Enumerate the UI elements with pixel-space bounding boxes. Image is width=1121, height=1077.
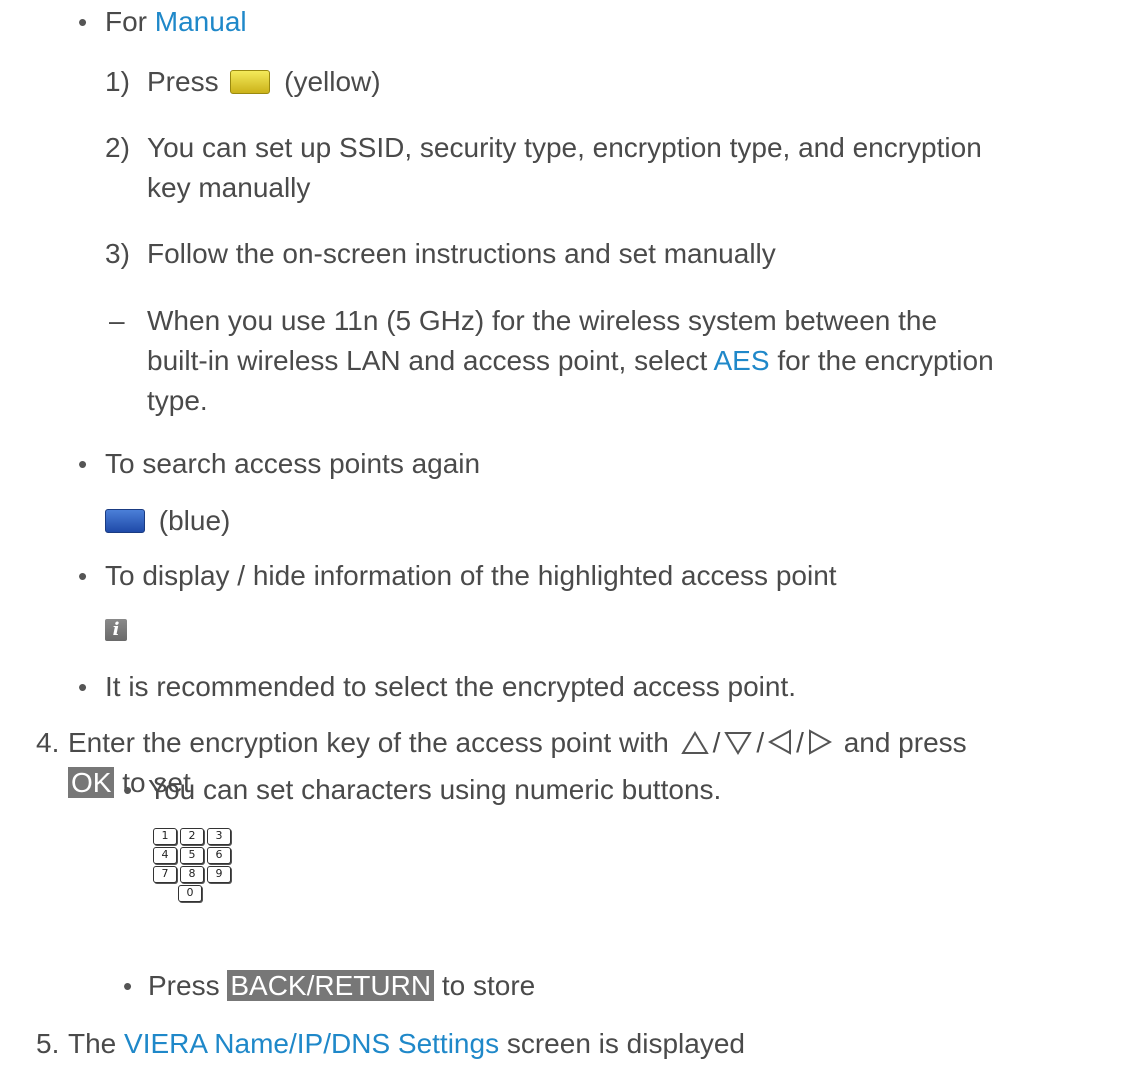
step-5-prefix: The	[68, 1028, 117, 1059]
bullet-dot: •	[78, 7, 88, 37]
numeric-note: You can set characters using numeric but…	[148, 774, 722, 805]
numpad-key: 1	[153, 828, 177, 845]
numpad-row: 7 8 9	[153, 866, 233, 883]
numeric-buttons-icon: 1 2 3 4 5 6 7 8 9 0	[153, 828, 233, 904]
back-prefix: Press	[148, 970, 220, 1001]
viera-settings-link[interactable]: VIERA Name/IP/DNS Settings	[124, 1028, 499, 1059]
left-arrow-icon	[768, 729, 792, 755]
numpad-key: 5	[180, 847, 204, 864]
step-5-line: The VIERA Name/IP/DNS Settings screen is…	[68, 1024, 745, 1064]
numpad-key: 0	[178, 885, 202, 902]
info-icon: i	[105, 619, 127, 641]
ok-key: OK	[68, 767, 115, 798]
step-4-text-b: and press	[843, 727, 967, 758]
for-manual-line: For Manual	[105, 2, 247, 42]
arrow-sep: /	[796, 727, 804, 758]
numpad-row: 4 5 6	[153, 847, 233, 864]
step-4-line-1: Enter the encryption key of the access p…	[68, 723, 967, 763]
display-hide-label: To display / hide information of the hig…	[105, 560, 837, 591]
back-return-line: Press BACK/RETURN to store	[148, 966, 535, 1006]
arrow-sep: /	[756, 727, 765, 758]
note-line-2: built-in wireless LAN and access point, …	[147, 341, 994, 381]
aes-link[interactable]: AES	[714, 345, 770, 376]
down-arrow-icon	[724, 732, 753, 755]
right-arrow-icon	[808, 729, 832, 755]
numpad-key: 9	[207, 866, 231, 883]
step-4-text-a: Enter the encryption key of the access p…	[68, 727, 669, 758]
note-line-3: type.	[147, 385, 208, 416]
bullet-dot: •	[123, 971, 133, 1001]
bullet-dot: •	[78, 561, 88, 591]
search-again-label: To search access points again	[105, 448, 481, 479]
numpad-row: 1 2 3	[153, 828, 233, 845]
yellow-button-icon	[230, 70, 271, 94]
numpad-key: 7	[153, 866, 177, 883]
blue-button-icon	[105, 509, 145, 533]
numpad-key: 8	[180, 866, 204, 883]
step-2-line-1: You can set up SSID, security type, encr…	[147, 132, 982, 163]
step-3-text: Follow the on-screen instructions and se…	[147, 238, 776, 269]
step-2-number: 2)	[105, 132, 130, 163]
note-line-2b: for the encryption	[777, 345, 994, 376]
step-2-line-2: key manually	[147, 172, 311, 203]
numpad-key: 4	[153, 847, 177, 864]
search-again-key: (blue)	[101, 501, 230, 541]
note-line-2a: built-in wireless LAN and access point, …	[147, 345, 708, 376]
bullet-dot: •	[123, 775, 133, 805]
step-4-number: 4.	[36, 727, 60, 758]
back-return-key: BACK/RETURN	[227, 970, 435, 1001]
step-1-line: Press (yellow)	[147, 62, 381, 102]
step-1-suffix: (yellow)	[284, 66, 381, 97]
numpad-key: 2	[180, 828, 204, 845]
manual-link[interactable]: Manual	[155, 6, 247, 37]
numpad-row: 0	[153, 885, 233, 902]
bullet-dot: •	[78, 672, 88, 702]
note-dash: –	[109, 305, 125, 336]
for-label: For	[105, 6, 147, 37]
step-5-number: 5.	[36, 1028, 60, 1059]
back-suffix: to store	[441, 970, 536, 1001]
step-3-number: 3)	[105, 238, 130, 269]
step-1-number: 1)	[105, 66, 130, 97]
recommend-text: It is recommended to select the encrypte…	[105, 671, 797, 702]
step-1-text: Press	[147, 66, 219, 97]
numpad-key: 3	[207, 828, 231, 845]
arrow-sep: /	[712, 727, 721, 758]
step-5-suffix: screen is displayed	[506, 1028, 745, 1059]
bullet-dot: •	[78, 449, 88, 479]
note-line-1: When you use 11n (5 GHz) for the wireles…	[147, 305, 938, 336]
up-arrow-icon	[680, 731, 709, 754]
numpad-key: 6	[207, 847, 231, 864]
search-again-suffix: (blue)	[158, 505, 231, 536]
